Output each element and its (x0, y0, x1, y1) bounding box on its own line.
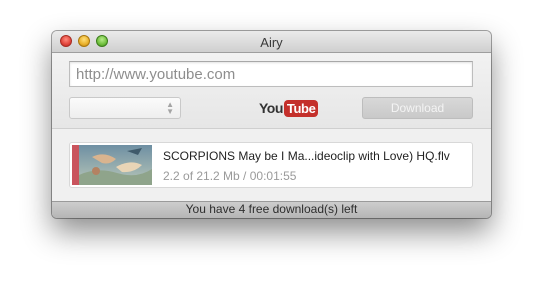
youtube-logo-tube: Tube (283, 99, 319, 117)
app-window: Airy ▲▼ You Tube Download (52, 31, 491, 218)
youtube-logo: You Tube (259, 99, 319, 117)
format-select[interactable]: ▲ ▼ (69, 97, 181, 119)
youtube-logo-you: You (259, 100, 283, 116)
up-down-chevron-icon: ▲ ▼ (166, 100, 174, 116)
list-item[interactable]: SCORPIONS May be I Ma...ideoclip with Lo… (69, 142, 473, 188)
input-panel: ▲▼ You Tube Download (52, 53, 491, 129)
download-list: SCORPIONS May be I Ma...ideoclip with Lo… (52, 129, 491, 201)
download-progress-text: 2.2 of 21.2 Mb / 00:01:55 (163, 169, 297, 183)
video-thumbnail (72, 145, 152, 185)
url-input[interactable] (69, 61, 473, 87)
title-bar[interactable]: Airy (52, 31, 491, 53)
status-bar: You have 4 free download(s) left (52, 201, 491, 218)
window-title: Airy (260, 35, 283, 50)
download-button[interactable]: Download (362, 97, 473, 119)
download-filename: SCORPIONS May be I Ma...ideoclip with Lo… (163, 149, 450, 163)
